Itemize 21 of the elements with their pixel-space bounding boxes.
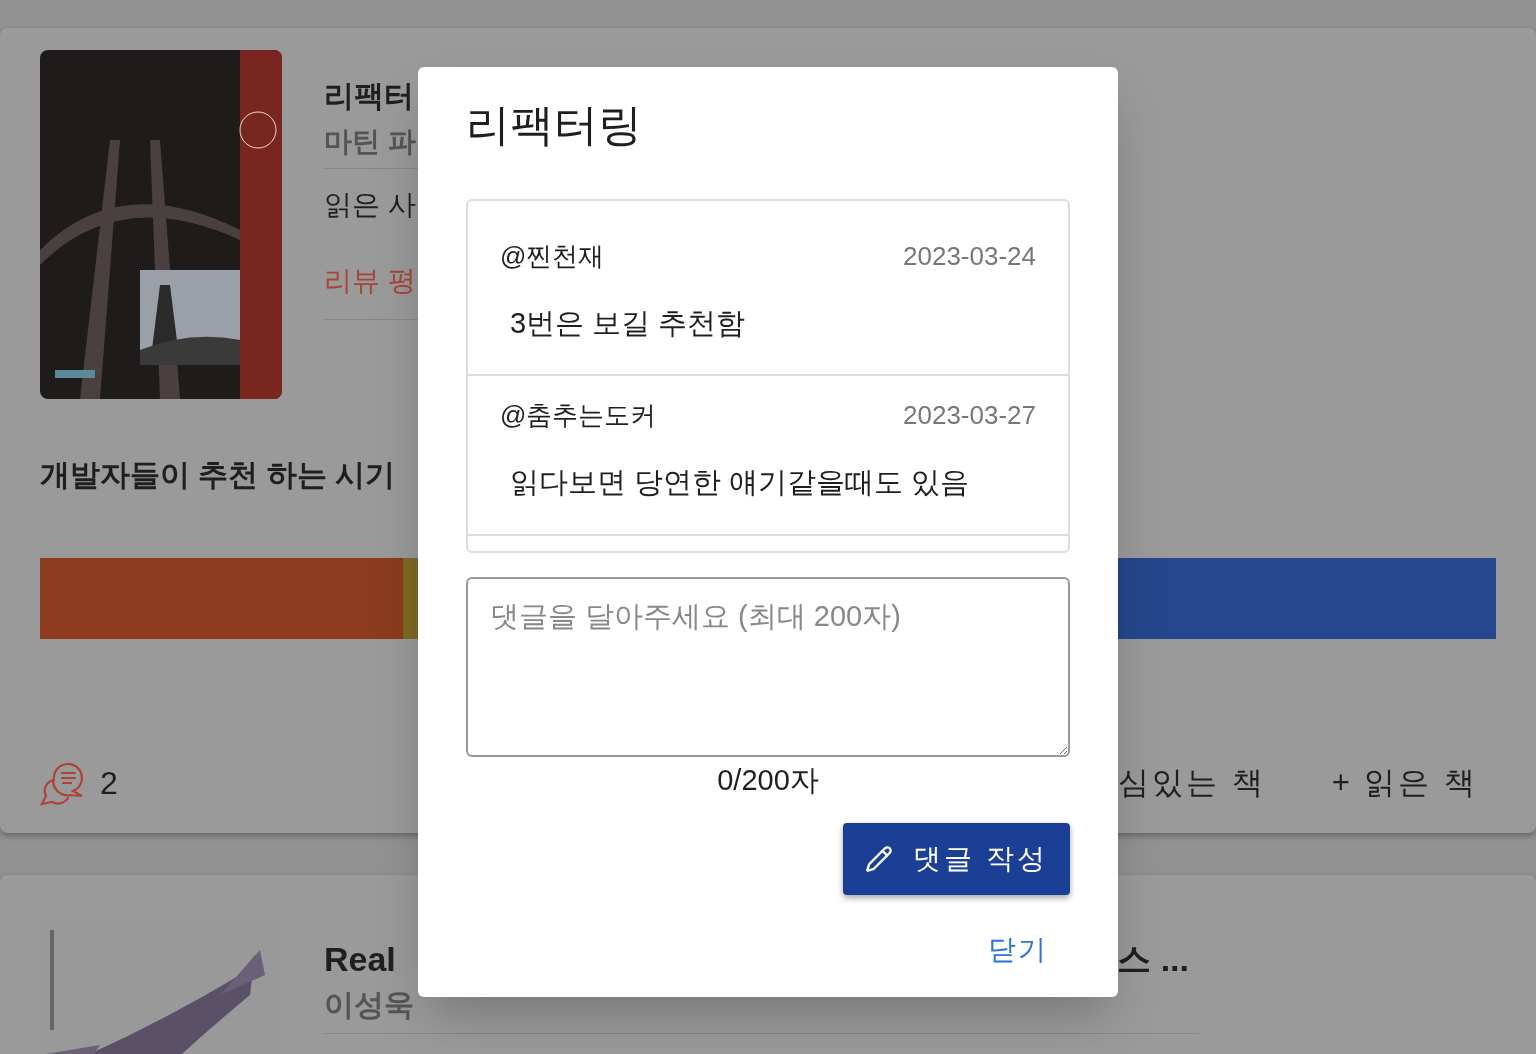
comment-field[interactable]: 댓글을 달아주세요 (최대 200자) [466, 577, 1070, 757]
book-title: 스 ... [1117, 939, 1189, 980]
comment-count: 2 [100, 764, 118, 803]
chat-bubbles-icon [40, 760, 86, 806]
comment-text: 읽다보면 당연한 얘기같을때도 있음 [510, 465, 971, 500]
pencil-icon [865, 844, 894, 873]
book-title: Real [324, 939, 396, 980]
dialog-title: 리팩터링 [466, 99, 643, 151]
shelf-button[interactable]: 심있는 책 [1118, 759, 1266, 807]
comment-date: 2023-03-24 [903, 240, 1036, 273]
comment-author: @춤추는도커 [500, 399, 657, 432]
recommend-label: 개발자들이 추천 하는 시기 [40, 457, 395, 493]
readers-label: 읽은 사 [324, 188, 417, 222]
book-title: 리팩터 [324, 78, 415, 114]
submit-comment-button[interactable]: 댓글 작성 [843, 822, 1070, 895]
comment-author: @찐천재 [500, 240, 605, 273]
close-link[interactable]: 닫기 [988, 928, 1048, 971]
character-counter: 0/200자 [717, 763, 819, 798]
comment-text: 3번은 보길 추천함 [510, 306, 747, 341]
comment-date: 2023-03-27 [903, 399, 1036, 432]
shelf-button[interactable]: + 읽은 책 [1331, 759, 1478, 807]
